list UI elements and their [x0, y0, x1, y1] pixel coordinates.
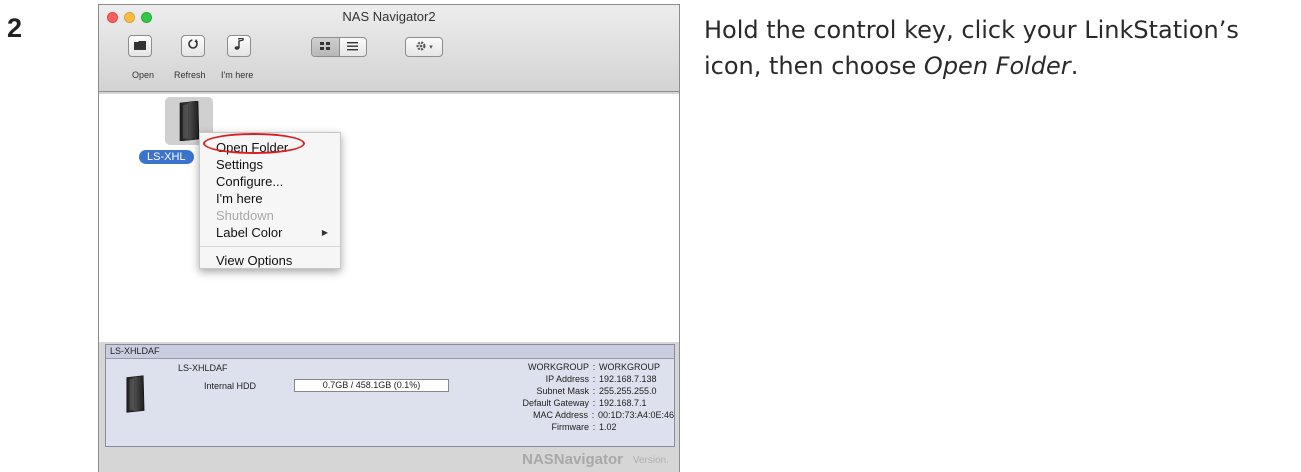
nas-drive-icon — [124, 375, 146, 418]
info-key: Subnet Mask — [536, 386, 589, 396]
menu-item-im-here[interactable]: I'm here — [200, 190, 340, 207]
info-value: 192.168.7.1 — [599, 398, 647, 408]
info-key: MAC Address — [532, 410, 589, 420]
info-value: WORKGROUP — [599, 362, 661, 372]
info-panel-header: LS-XHLDAF — [106, 345, 674, 359]
version-text: Version. — [632, 455, 669, 466]
open-button[interactable] — [128, 35, 152, 57]
nas-navigator-window: NAS Navigator2 Open Refresh I'm here ▾ L… — [98, 4, 680, 472]
internal-hdd-label: Internal HDD — [204, 381, 257, 391]
info-row-subnet-mask: Subnet Mask:255.255.255.0 — [474, 385, 674, 397]
menu-separator — [200, 246, 340, 247]
info-row-ip-address: IP Address:192.168.7.138 — [474, 373, 674, 385]
menu-item-settings[interactable]: Settings — [200, 156, 340, 173]
instruction-text: Hold the control key, click your LinkSta… — [704, 12, 1294, 84]
info-device-name: LS-XHLDAF — [178, 363, 228, 373]
info-value: 1.02 — [599, 422, 617, 432]
info-row-default-gateway: Default Gateway:192.168.7.1 — [474, 397, 674, 409]
title-toolbar: NAS Navigator2 Open Refresh I'm here ▾ — [99, 5, 679, 92]
menu-item-view-options[interactable]: View Options — [200, 252, 340, 269]
im-here-button[interactable] — [227, 35, 251, 57]
chevron-down-icon: ▾ — [429, 44, 433, 51]
info-colon: : — [592, 422, 596, 432]
menu-item-configure[interactable]: Configure... — [200, 173, 340, 190]
info-key: IP Address — [545, 374, 589, 384]
menu-item-label-color-text: Label Color — [216, 225, 283, 240]
info-key: WORKGROUP — [527, 362, 589, 372]
gear-icon — [415, 40, 427, 55]
device-info-panel: LS-XHLDAF LS-XHLDAF Internal HDD 0.7GB /… — [105, 344, 675, 447]
info-colon: : — [591, 410, 595, 420]
window-footer: NASNavigator Version. — [99, 447, 679, 472]
device-list-area: LS-XHL Open Folder Settings Configure...… — [99, 94, 679, 348]
nas-drive-icon — [179, 101, 200, 141]
info-colon: : — [592, 362, 596, 372]
step-number: 2 — [7, 13, 23, 43]
refresh-icon — [187, 37, 199, 55]
menu-item-shutdown: Shutdown — [216, 208, 274, 223]
info-row-firmware: Firmware:1.02 — [474, 421, 674, 433]
info-colon: : — [592, 398, 596, 408]
action-menu-button[interactable]: ▾ — [405, 37, 443, 57]
open-folder-highlight-ring — [203, 133, 305, 154]
refresh-label: Refresh — [174, 70, 206, 80]
info-colon: : — [592, 386, 596, 396]
instruction-emphasis: Open Folder — [923, 52, 1071, 80]
info-key: Default Gateway — [522, 398, 589, 408]
view-mode-control — [311, 37, 367, 57]
info-colon: : — [592, 374, 596, 384]
info-key: Firmware — [551, 422, 590, 432]
internal-hdd-usage: 0.7GB / 458.1GB (0.1%) — [294, 379, 449, 392]
folder-icon — [134, 37, 146, 55]
menu-item-label-color[interactable]: Label Color ▶ — [200, 224, 340, 241]
open-label: Open — [132, 70, 155, 80]
info-value: 192.168.7.138 — [599, 374, 657, 384]
list-view-button[interactable] — [340, 38, 367, 56]
info-value: 00:1D:73:A4:0E:46 — [597, 410, 674, 420]
nas-navigator-logo: NASNavigator — [522, 451, 623, 468]
info-row-workgroup: WORKGROUP: WORKGROUP — [474, 361, 674, 373]
device-name-label[interactable]: LS-XHL — [139, 150, 194, 164]
im-here-label: I'm here — [221, 70, 254, 80]
refresh-button[interactable] — [181, 35, 205, 57]
list-icon — [347, 38, 359, 56]
grid-icon — [320, 38, 331, 56]
submenu-arrow-icon: ▶ — [321, 228, 328, 237]
instruction-text-after: . — [1070, 52, 1079, 80]
window-title: NAS Navigator2 — [342, 9, 436, 24]
info-value: 255.255.255.0 — [599, 386, 657, 396]
icon-view-button[interactable] — [312, 38, 340, 56]
info-row-mac-address: MAC Address:00:1D:73:A4:0E:46 — [474, 409, 674, 421]
music-note-icon — [234, 37, 244, 55]
